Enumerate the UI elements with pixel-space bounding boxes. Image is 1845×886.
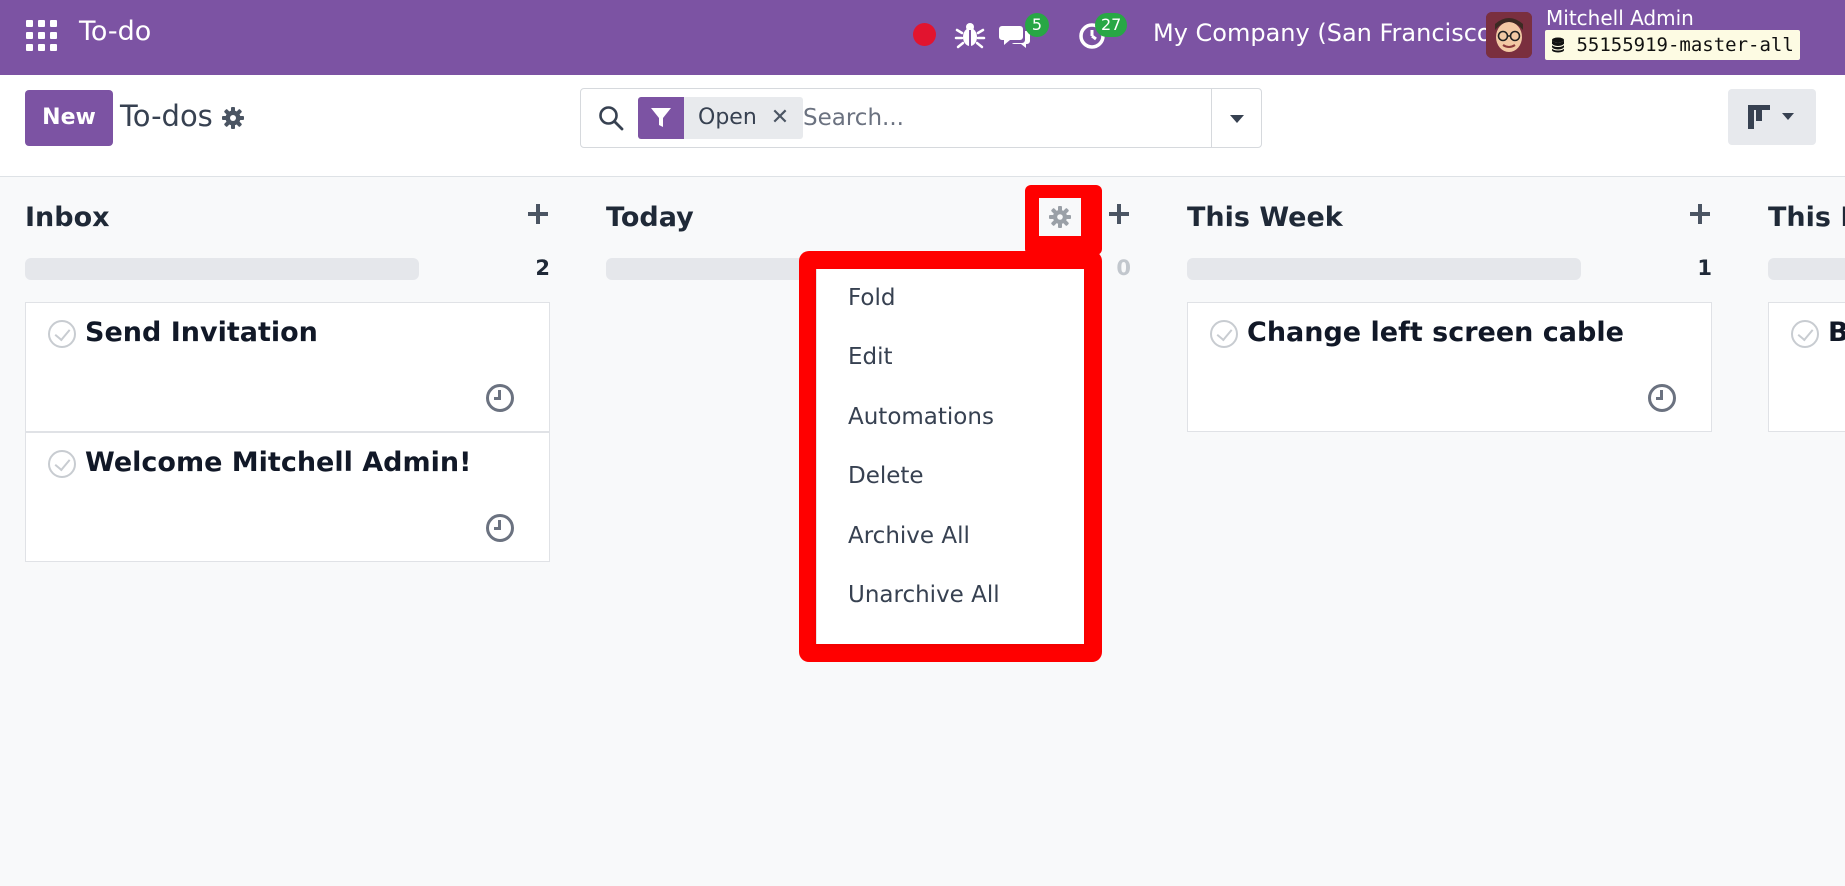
column-settings-gear-icon[interactable] (1039, 198, 1081, 236)
database-icon (1551, 37, 1565, 53)
new-button[interactable]: New (25, 90, 113, 146)
done-check-icon[interactable] (48, 320, 76, 348)
menu-item-fold[interactable]: Fold (848, 285, 895, 311)
kanban-card[interactable]: B (1768, 302, 1845, 432)
database-name: 55155919-master-all (1576, 34, 1794, 56)
control-panel: New To-dos Open ✕ (0, 75, 1845, 177)
column-title[interactable]: Inbox (25, 202, 110, 233)
column-progress-bar (25, 258, 419, 280)
column-settings-dropdown: Fold Edit Automations Delete Archive All… (816, 269, 1084, 644)
done-check-icon[interactable] (1791, 320, 1819, 348)
recording-dot-icon[interactable] (913, 23, 936, 46)
kanban-column-this-week: This Week 1 Change left screen cable (1187, 178, 1712, 886)
kanban-card[interactable]: Send Invitation (25, 302, 550, 432)
menu-item-archive-all[interactable]: Archive All (848, 523, 970, 549)
done-check-icon[interactable] (1210, 320, 1238, 348)
column-count: 2 (535, 256, 550, 280)
filter-facet[interactable]: Open ✕ (638, 97, 804, 139)
page-title: To-dos (120, 99, 213, 133)
filter-facet-label: Open (698, 105, 757, 130)
kanban-view-icon (1748, 105, 1794, 129)
search-options-toggle[interactable] (1211, 89, 1261, 147)
bug-icon[interactable] (953, 18, 987, 52)
column-settings-highlight (1025, 185, 1102, 255)
activity-clock-icon[interactable] (486, 514, 514, 542)
kanban-card[interactable]: Welcome Mitchell Admin! (25, 432, 550, 562)
menu-item-automations[interactable]: Automations (848, 404, 994, 430)
apps-grid-icon[interactable] (26, 20, 60, 54)
column-count: 0 (1116, 256, 1131, 280)
company-switcher[interactable]: My Company (San Francisco) (1153, 19, 1501, 47)
user-name[interactable]: Mitchell Admin (1546, 6, 1694, 30)
activities-badge: 27 (1095, 13, 1128, 37)
column-title[interactable]: This Week (1187, 202, 1343, 233)
menu-item-unarchive-all[interactable]: Unarchive All (848, 582, 1000, 608)
column-title[interactable]: This M (1768, 202, 1845, 233)
search-icon[interactable] (597, 104, 625, 132)
activity-clock-icon[interactable] (1648, 384, 1676, 412)
app-title[interactable]: To-do (79, 16, 151, 47)
card-title: Change left screen cable (1247, 317, 1624, 348)
column-progress-bar (1768, 258, 1845, 280)
database-badge: 55155919-master-all (1545, 30, 1800, 60)
column-count: 1 (1697, 256, 1712, 280)
card-title: Send Invitation (85, 317, 318, 348)
view-switcher[interactable] (1728, 89, 1816, 145)
done-check-icon[interactable] (48, 450, 76, 478)
caret-down-icon (1230, 115, 1244, 123)
gear-icon[interactable] (221, 106, 245, 130)
menu-item-edit[interactable]: Edit (848, 344, 893, 370)
remove-facet-close-icon[interactable]: ✕ (771, 97, 789, 139)
menu-item-delete[interactable]: Delete (848, 463, 924, 489)
kanban-column-inbox: Inbox 2 Send Invitation Welcome Mitchell… (25, 178, 550, 886)
quick-create-plus-icon[interactable] (526, 202, 550, 226)
column-title[interactable]: Today (606, 202, 694, 233)
kanban-card[interactable]: Change left screen cable (1187, 302, 1712, 432)
activity-clock-icon[interactable] (486, 384, 514, 412)
kanban-column-this-month: This M B (1768, 178, 1845, 886)
top-navbar: To-do 5 27 My Company (San Francisco) Mi… (0, 0, 1845, 75)
column-progress-bar (1187, 258, 1581, 280)
card-title: B (1828, 317, 1845, 348)
user-avatar[interactable] (1486, 12, 1532, 58)
search-input[interactable] (803, 97, 1193, 139)
quick-create-plus-icon[interactable] (1688, 202, 1712, 226)
filter-icon (638, 97, 684, 139)
quick-create-plus-icon[interactable] (1107, 202, 1131, 226)
search-bar: Open ✕ (580, 88, 1262, 148)
column-menu-highlight: Fold Edit Automations Delete Archive All… (799, 251, 1102, 662)
card-title: Welcome Mitchell Admin! (85, 447, 472, 478)
messages-badge: 5 (1025, 13, 1049, 37)
